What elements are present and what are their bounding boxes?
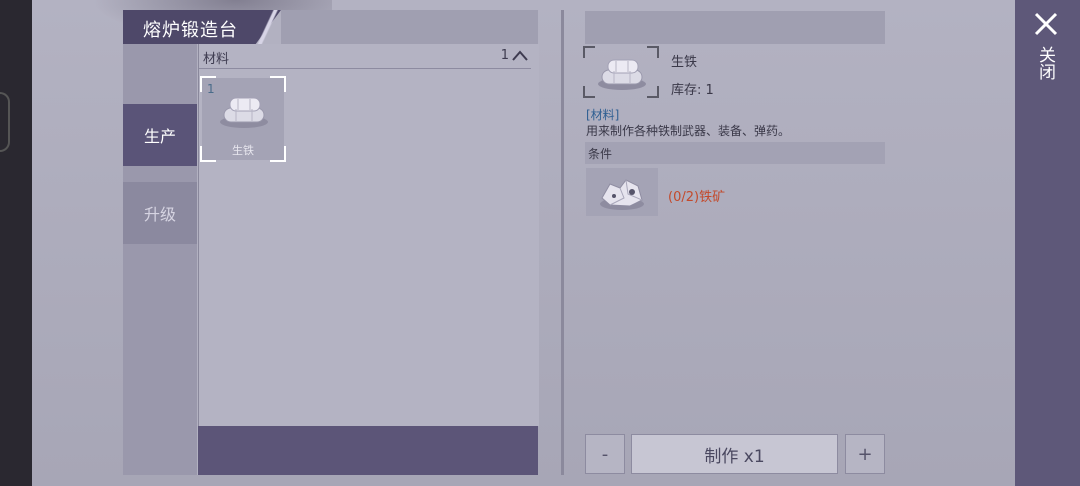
conditions-header: 条件 — [585, 142, 885, 164]
selection-corner — [200, 146, 216, 162]
chevron-up-icon[interactable] — [511, 48, 529, 62]
tab-upgrade[interactable]: 升级 — [123, 182, 197, 244]
frame-corner — [647, 46, 659, 58]
camera-notch — [0, 92, 10, 152]
header-bar — [281, 10, 538, 44]
category-count: 1 — [500, 48, 509, 63]
category-label: 材料 — [203, 52, 230, 67]
conditions-label: 条件 — [588, 147, 613, 161]
selection-corner — [200, 76, 216, 92]
category-header[interactable]: 材料 1 — [199, 44, 531, 69]
close-icon[interactable] — [1032, 10, 1060, 38]
selection-corner — [270, 76, 286, 92]
screen-bezel — [0, 0, 32, 486]
tab-production[interactable]: 生产 — [123, 104, 197, 166]
decrease-button[interactable]: - — [585, 434, 625, 474]
close-label[interactable]: 关闭 — [1035, 46, 1056, 80]
increase-button[interactable]: + — [845, 434, 885, 474]
tab-column: 生产 升级 — [123, 44, 197, 475]
requirement-text: (0/2)铁矿 — [668, 190, 726, 205]
panel-divider — [561, 10, 564, 475]
list-bottom-bar — [198, 426, 538, 475]
material-list: 材料 1 1 生铁 — [198, 44, 539, 426]
pig-iron-ingot-icon — [598, 59, 646, 90]
detail-item-name: 生铁 — [671, 55, 698, 70]
craft-button[interactable]: 制作 x1 — [631, 434, 838, 474]
requirement-slot[interactable] — [586, 168, 658, 216]
item-slot-pig-iron[interactable]: 1 生铁 — [200, 76, 286, 162]
detail-type-tag: [材料] — [586, 108, 620, 122]
detail-header — [585, 11, 885, 44]
iron-ore-icon — [600, 179, 644, 210]
frame-corner — [647, 86, 659, 98]
crafting-list-panel: 熔炉锻造台 生产 升级 材料 1 1 生铁 — [123, 10, 539, 475]
pig-iron-ingot-icon — [220, 97, 268, 128]
detail-item-icon — [583, 46, 659, 98]
frame-corner — [583, 46, 595, 58]
detail-description: 用来制作各种铁制武器、装备、弹药。 — [586, 124, 791, 138]
selection-corner — [270, 146, 286, 162]
window-title: 熔炉锻造台 — [143, 20, 238, 41]
frame-corner — [583, 86, 595, 98]
detail-stock: 库存: 1 — [671, 83, 714, 98]
